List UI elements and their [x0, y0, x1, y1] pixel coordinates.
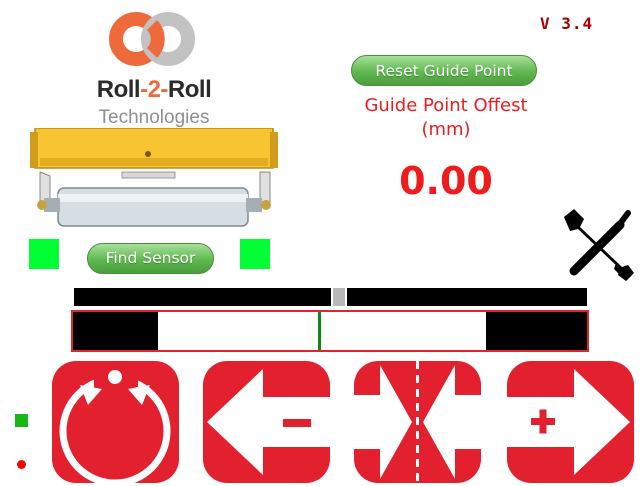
offset-title-line2: (mm) [421, 119, 471, 140]
move-right-plus-button[interactable] [507, 361, 634, 483]
web-position-bar-left [74, 288, 331, 306]
wrench-screwdriver-icon[interactable] [560, 205, 638, 283]
guide-point-offset-value: 0.00 [399, 159, 493, 203]
center-button[interactable] [354, 361, 481, 483]
guide-point-offset-title: Guide Point Offest (mm) [300, 94, 592, 142]
logo-rings-icon [109, 12, 195, 66]
auto-mode-icon [59, 370, 171, 483]
auto-mode-button[interactable] [52, 361, 179, 483]
sensor-block-left [73, 312, 158, 350]
web-position-bar-right [347, 288, 587, 306]
sensor-block-right [486, 312, 587, 350]
guide-point-line [318, 312, 321, 350]
move-left-minus-icon [207, 369, 330, 475]
version-label: V 3.4 [540, 14, 594, 33]
offset-title-line1: Guide Point Offest [364, 95, 528, 116]
mode-indicator-square [15, 414, 28, 427]
logo-subtitle: Technologies [98, 107, 210, 128]
right-sensor-indicator [240, 239, 270, 269]
move-left-minus-button[interactable] [203, 361, 330, 483]
logo-company-name: Roll-2-Roll [96, 76, 212, 103]
roller-guide-illustration [30, 128, 278, 227]
web-position-marker [333, 288, 345, 306]
left-sensor-indicator [29, 239, 59, 269]
find-sensor-button[interactable]: Find Sensor [87, 243, 214, 274]
move-right-plus-icon [507, 369, 630, 475]
mode-indicator-dot [17, 460, 26, 469]
center-icon [354, 361, 481, 483]
reset-guide-point-button[interactable]: Reset Guide Point [351, 55, 537, 86]
